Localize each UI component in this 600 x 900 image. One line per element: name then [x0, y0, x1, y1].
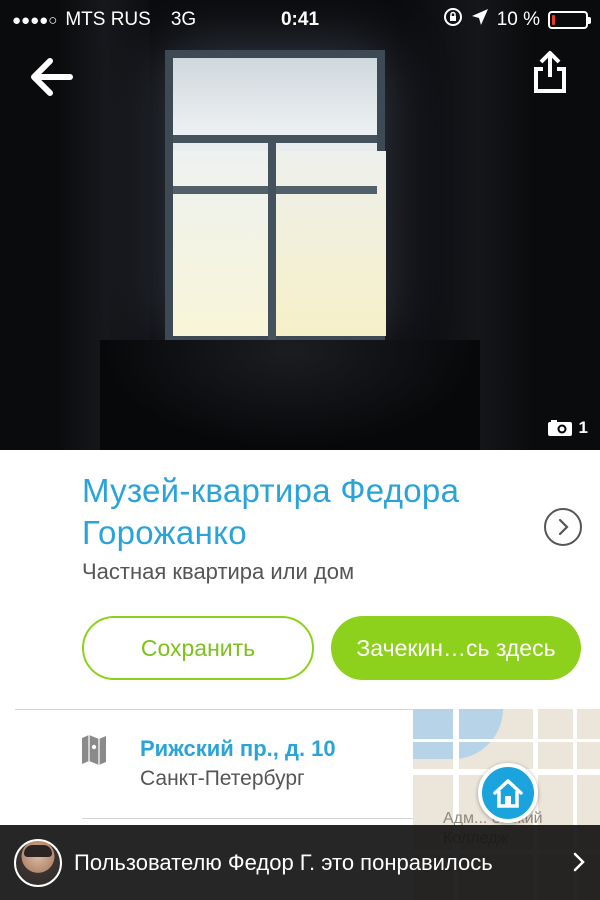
signal-strength: ●●●●○ [12, 11, 58, 29]
venue-details-button[interactable] [544, 508, 582, 546]
venue-address[interactable]: Рижский пр., д. 10 [140, 736, 336, 762]
venue-city: Санкт-Петербург [140, 767, 305, 790]
carrier-name: MTS RUS [65, 9, 151, 30]
home-icon [493, 779, 523, 808]
save-button[interactable]: Сохранить [82, 616, 314, 680]
photo-count: 1 [578, 418, 588, 437]
social-banner[interactable]: Пользователю Федор Г. это понравилось [0, 825, 600, 900]
chevron-right-icon [558, 518, 569, 536]
rotation-lock-icon [443, 7, 463, 33]
battery-percent: 10 % [496, 9, 540, 30]
back-button[interactable] [30, 57, 74, 97]
camera-icon [547, 420, 572, 436]
location-arrow-icon [471, 8, 489, 32]
map-pin[interactable] [478, 763, 538, 823]
status-bar: ●●●●○ MTS RUS 3G 0:41 10 % [0, 0, 600, 40]
photo-window [165, 50, 386, 343]
venue-category: Частная квартира или дом [82, 559, 355, 584]
map-icon [80, 734, 108, 766]
chevron-right-icon[interactable] [572, 850, 586, 874]
arrow-left-icon [31, 58, 73, 96]
network-type: 3G [170, 9, 197, 30]
battery-icon [548, 11, 591, 29]
divider [82, 818, 413, 819]
divider [15, 709, 413, 710]
social-text: Пользователю Федор Г. это понравилось [74, 850, 493, 875]
venue-title: Музей-квартира Федора Горожанко [82, 472, 460, 551]
share-button[interactable] [530, 50, 570, 94]
photo-count-badge[interactable]: 1 [547, 418, 588, 438]
venue-photo[interactable] [0, 0, 600, 450]
avatar [14, 838, 62, 887]
share-icon [534, 51, 566, 93]
checkin-button[interactable]: Зачекин…сь здесь [331, 616, 581, 680]
